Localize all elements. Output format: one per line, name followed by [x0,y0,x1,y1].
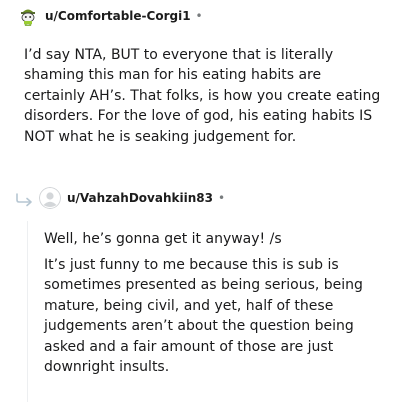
comment-header: u/Comfortable-Corgi1 • [17,5,203,27]
meta-separator: • [217,191,226,205]
comment-username[interactable]: u/Comfortable-Corgi1 [45,9,191,23]
thread-line[interactable] [27,221,28,402]
reply-arrow-icon [15,192,35,211]
comment-body: I’d say NTA, BUT to everyone that is lit… [24,47,381,145]
reply-header: u/VahzahDovahkiin83 • [39,187,225,209]
meta-separator: • [195,9,203,23]
reply-username[interactable]: u/VahzahDovahkiin83 [67,191,213,205]
reply-paragraph: It’s just funny to me because this is su… [44,257,363,376]
default-avatar-icon[interactable] [39,187,61,209]
snoo-avatar-icon[interactable] [17,5,39,27]
reply-paragraph: Well, he’s gonna get it anyway! /s [44,231,282,247]
